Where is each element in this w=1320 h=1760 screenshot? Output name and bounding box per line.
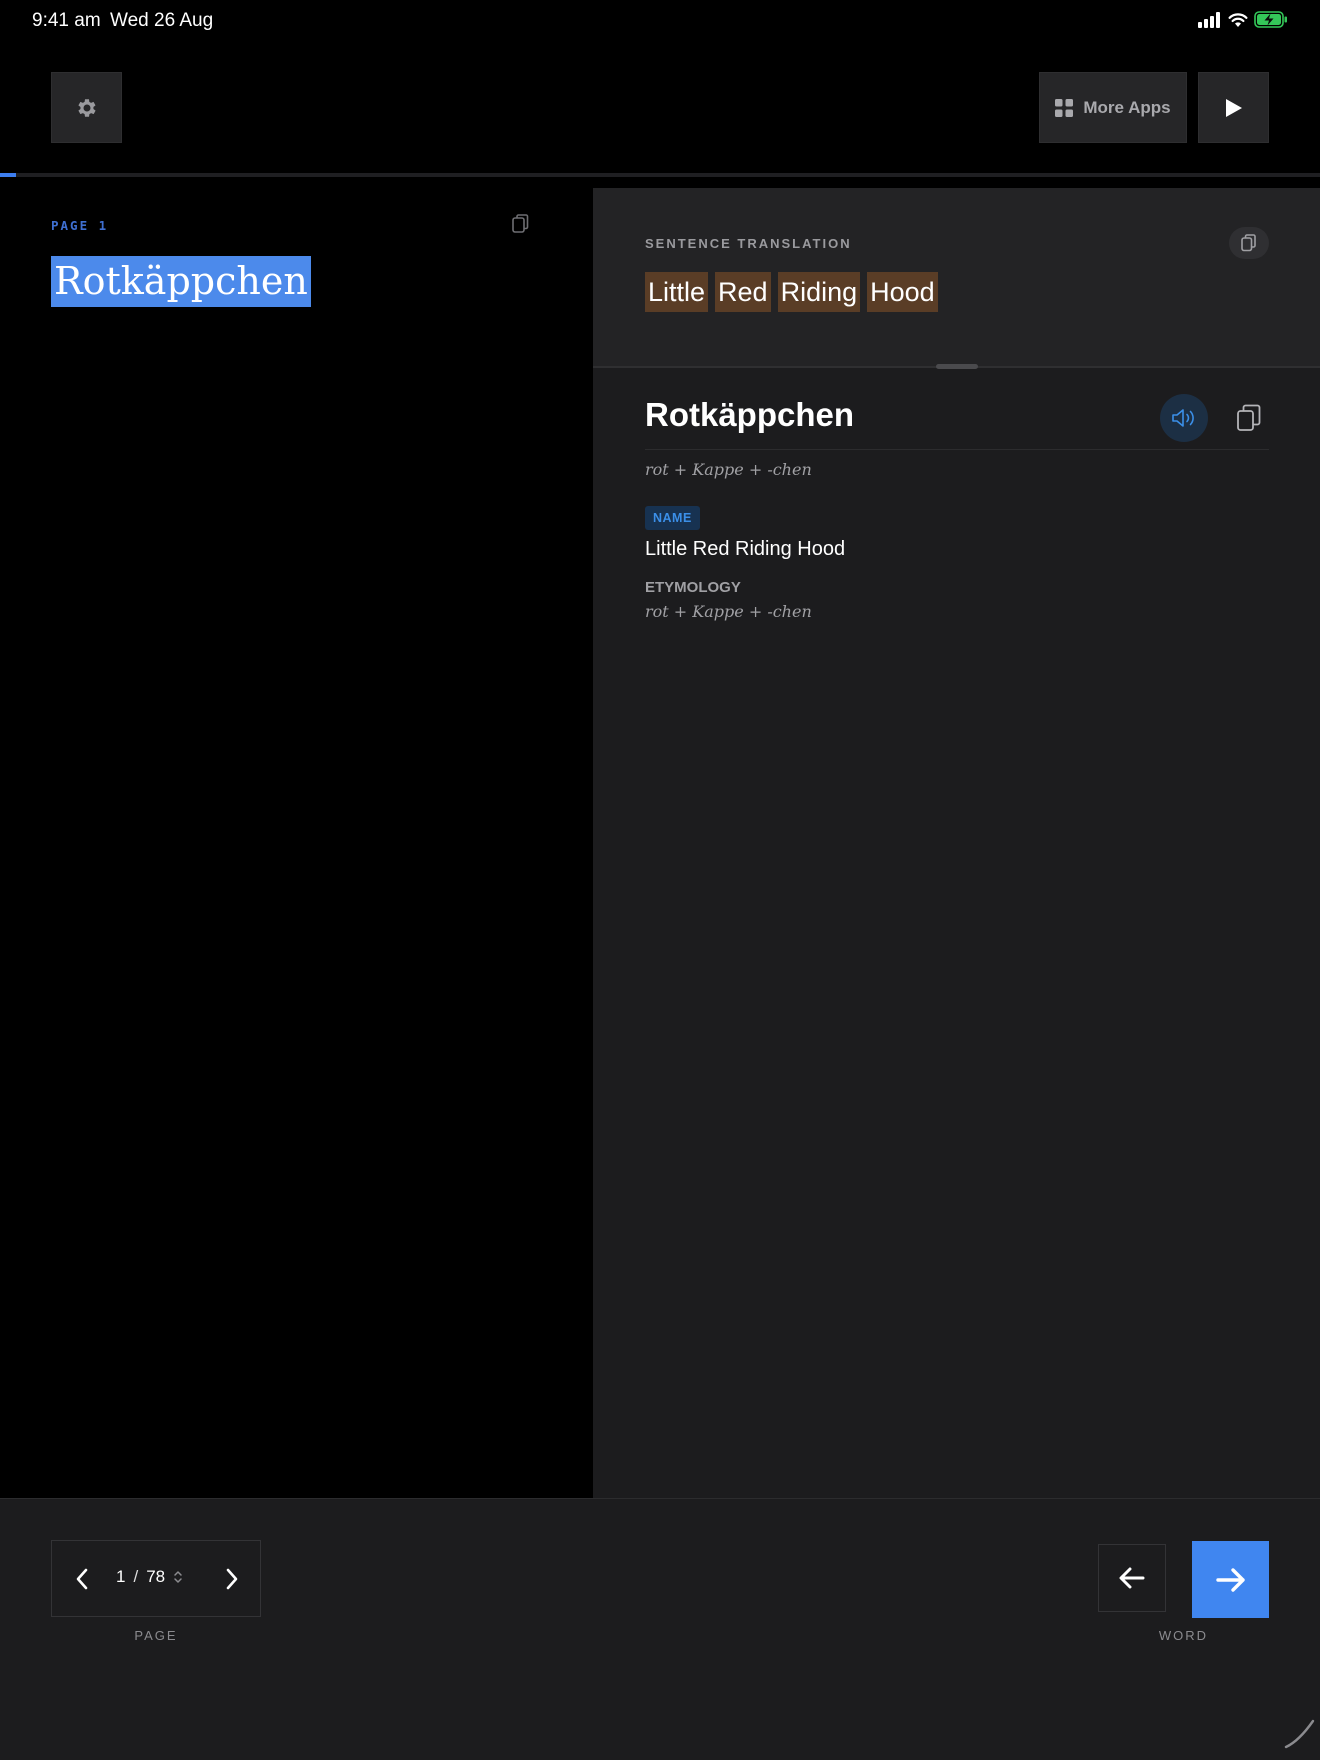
more-apps-button[interactable]: More Apps [1039, 72, 1187, 143]
part-of-speech-badge: NAME [645, 506, 700, 530]
translation-token[interactable]: Red [715, 272, 771, 312]
copy-icon [1241, 234, 1256, 252]
pronounce-button[interactable] [1160, 394, 1208, 442]
bottom-navigation: 1 / 78 PAGE WORD [0, 1498, 1320, 1760]
total-pages: 78 [146, 1567, 166, 1586]
page-picker[interactable]: 1 / 78 [116, 1567, 183, 1587]
play-button[interactable] [1198, 72, 1269, 143]
reader-panel: PAGE 1 Rotkäppchen [0, 188, 593, 1498]
sentence-translation: SENTENCE TRANSLATION Little Red Riding H… [593, 188, 1320, 366]
copy-word-button[interactable] [1229, 398, 1269, 438]
gear-icon [77, 98, 96, 117]
current-page: 1 [116, 1567, 126, 1586]
copy-page-button[interactable] [511, 213, 531, 240]
scribble-indicator-icon [1284, 1719, 1315, 1749]
reading-progress-fill [0, 173, 16, 177]
word-definition: Little Red Riding Hood [645, 538, 846, 560]
translation-token[interactable]: Riding [777, 272, 861, 312]
previous-word-button[interactable] [1098, 1544, 1166, 1612]
translation-token[interactable]: Little [645, 272, 709, 312]
section-label: SENTENCE TRANSLATION [645, 236, 852, 251]
previous-page-button[interactable] [66, 1563, 98, 1595]
etymology-text: rot + Kappe + -chen [645, 602, 812, 621]
next-word-button[interactable] [1192, 1541, 1269, 1618]
next-page-button[interactable] [216, 1563, 248, 1595]
etymology-label: ETYMOLOGY [645, 579, 741, 596]
chevron-right-icon [226, 1568, 238, 1590]
chevron-up-down-icon [174, 1571, 182, 1583]
copy-icon [512, 214, 529, 233]
settings-button[interactable] [51, 72, 122, 143]
word-divider [645, 449, 1269, 450]
speaker-icon [1172, 409, 1194, 427]
more-apps-label: More Apps [1083, 97, 1171, 117]
status-date: Wed 26 Aug [110, 10, 214, 31]
page-title-word[interactable]: Rotkäppchen [51, 256, 311, 307]
arrow-left-icon [1119, 1567, 1145, 1589]
page-label: PAGE 1 [51, 218, 109, 233]
copy-icon [1237, 404, 1261, 431]
word-breakdown: rot + Kappe + -chen [645, 460, 812, 479]
arrow-right-icon [1215, 1567, 1245, 1592]
chevron-left-icon [76, 1568, 88, 1590]
dictionary-panel: SENTENCE TRANSLATION Little Red Riding H… [593, 188, 1320, 1498]
status-icons [1198, 11, 1288, 28]
status-time: 9:41 am [32, 10, 101, 31]
battery-charging-icon [1254, 11, 1287, 28]
page-navigator: 1 / 78 [51, 1540, 261, 1617]
word-heading: Rotkäppchen [645, 396, 855, 433]
reading-progress-bar [0, 173, 1320, 177]
play-icon [1225, 98, 1242, 117]
cellular-signal-icon [1198, 11, 1220, 28]
resize-handle[interactable] [936, 364, 978, 369]
word-caption: WORD [1158, 1628, 1209, 1643]
translation-token[interactable]: Hood [867, 272, 938, 312]
wifi-icon [1228, 12, 1248, 27]
copy-translation-button[interactable] [1229, 227, 1269, 259]
page-caption: PAGE [134, 1628, 178, 1643]
page-separator: / [133, 1567, 139, 1586]
translation-tokens: Little Red Riding Hood [645, 272, 938, 312]
grid-icon [1055, 98, 1074, 117]
status-bar: 9:41 am Wed 26 Aug [0, 0, 1320, 40]
